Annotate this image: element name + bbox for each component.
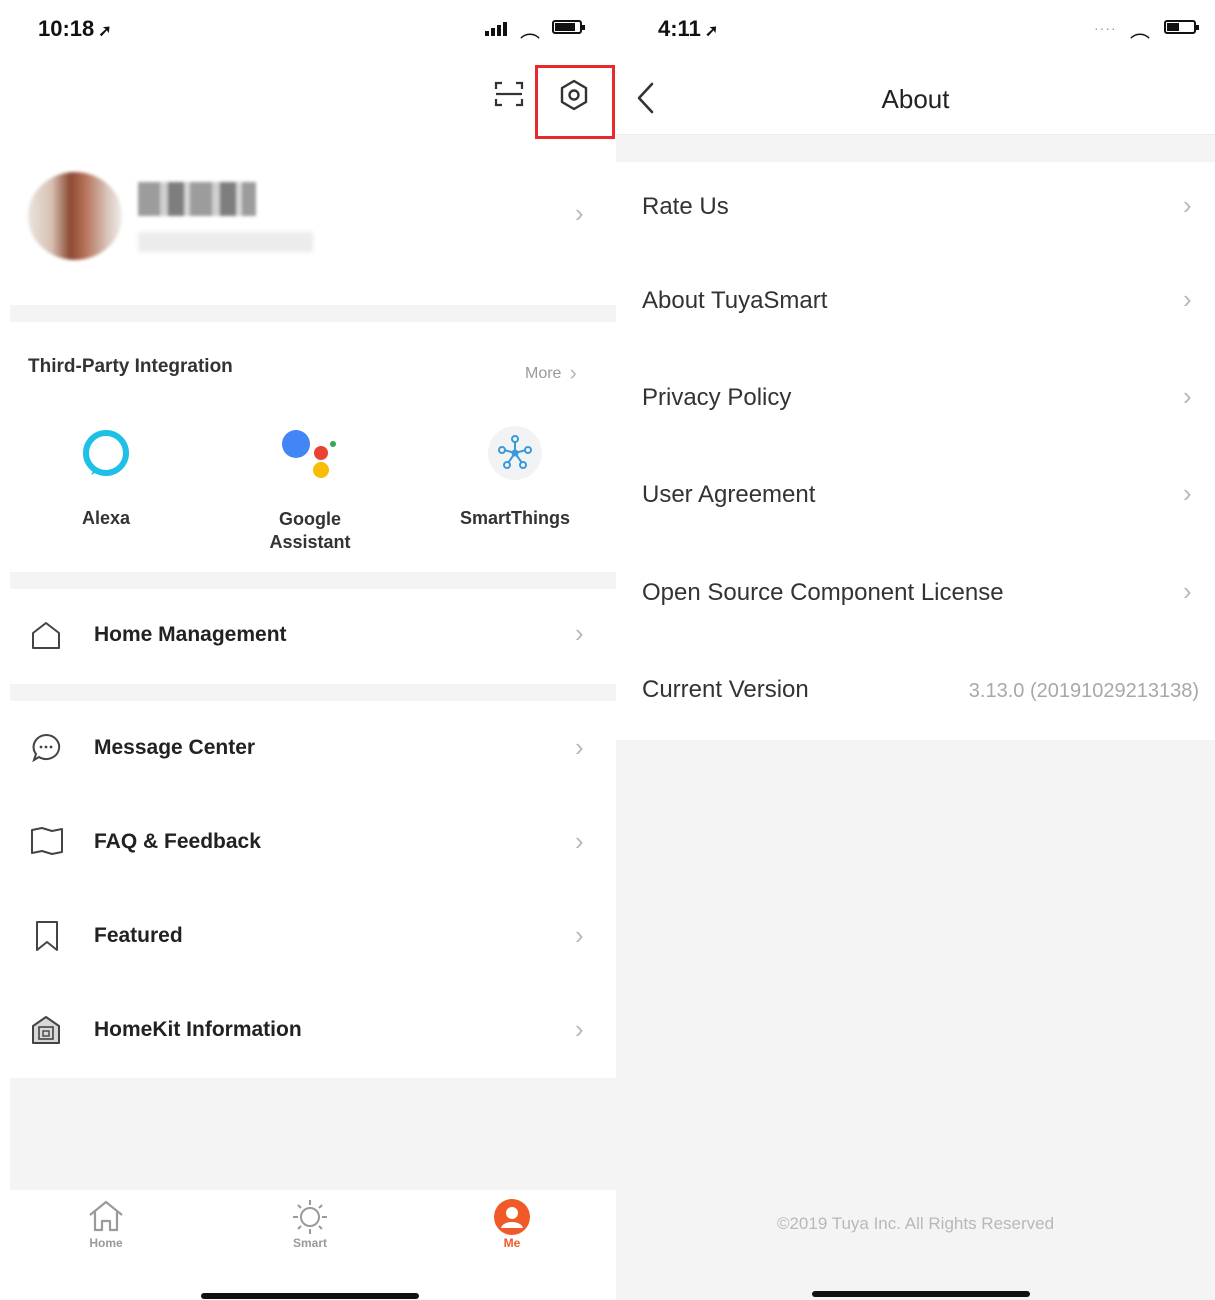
menu-label: Home Management (94, 623, 287, 646)
menu-label: Featured (94, 924, 183, 947)
status-time: 10:18 ➚ (38, 16, 112, 41)
list-item-label: About TuyaSmart (642, 287, 828, 314)
list-item-about-tuyasmart[interactable]: About TuyaSmart › (616, 256, 1215, 352)
chevron-right-icon: › (1183, 284, 1192, 314)
profile-subtitle-blurred (138, 232, 313, 252)
chevron-right-icon: › (1183, 576, 1192, 606)
smartthings-label: SmartThings (459, 508, 570, 528)
menu-label: Message Center (94, 736, 256, 759)
chevron-right-icon: › (1183, 381, 1192, 411)
profile-name-blurred (138, 182, 256, 216)
book-icon (30, 826, 64, 861)
bookmark-icon (34, 920, 60, 957)
profile-row[interactable]: › (10, 160, 616, 280)
sun-icon (260, 1198, 360, 1236)
person-icon (462, 1198, 562, 1236)
tab-label: Me (503, 1236, 521, 1250)
tab-label: Smart (292, 1236, 327, 1250)
chevron-right-icon: › (575, 198, 584, 228)
integration-alexa[interactable]: Alexa (46, 420, 166, 540)
chevron-right-icon: › (575, 826, 584, 856)
signal-dots-icon: ···· (1094, 20, 1117, 36)
chevron-right-icon: › (575, 1014, 584, 1044)
chevron-right-icon: › (575, 618, 584, 648)
list-item-label: Current Version (642, 676, 809, 703)
home-indicator (201, 1293, 419, 1299)
tab-smart[interactable]: Smart (260, 1198, 360, 1262)
tab-me[interactable]: Me (462, 1198, 562, 1262)
status-time: 4:11 ➚ (658, 16, 719, 41)
list-item-label: User Agreement (642, 481, 816, 508)
alexa-label: Alexa (81, 508, 131, 528)
chevron-right-icon: › (575, 732, 584, 762)
chevron-right-icon: › (1183, 190, 1192, 220)
settings-icon[interactable] (558, 79, 590, 111)
google-assistant-label: Google Assistant (269, 509, 351, 552)
house-icon (30, 620, 62, 655)
battery-icon (552, 20, 585, 34)
copyright-footer: ©2019 Tuya Inc. All Rights Reserved (776, 1214, 1055, 1233)
home-tab-icon (56, 1198, 156, 1236)
version-value: 3.13.0 (20191029213138) (968, 680, 1199, 702)
empty-area (10, 1078, 616, 1190)
section-divider (10, 684, 616, 701)
menu-item-faq-feedback[interactable]: FAQ & Feedback › (10, 796, 616, 888)
section-divider (10, 305, 616, 322)
wifi-icon: ︵ (1130, 20, 1150, 42)
menu-label: FAQ & Feedback (94, 830, 261, 853)
homekit-icon (30, 1014, 62, 1051)
list-item-rate-us[interactable]: Rate Us › (616, 162, 1215, 258)
page-title: About (881, 84, 950, 114)
more-link[interactable]: More › (525, 358, 577, 385)
list-item-user-agreement[interactable]: User Agreement › (616, 449, 1215, 545)
menu-item-homekit-information[interactable]: HomeKit Information › (10, 984, 616, 1076)
battery-icon (1164, 20, 1199, 34)
alexa-icon (81, 428, 131, 478)
list-item-open-source-license[interactable]: Open Source Component License › (616, 547, 1215, 643)
home-indicator (812, 1291, 1030, 1297)
menu-item-featured[interactable]: Featured › (10, 890, 616, 982)
signal-icon (485, 22, 511, 36)
scan-icon[interactable] (494, 80, 524, 108)
tab-label: Home (89, 1236, 123, 1250)
about-list: Rate Us › About TuyaSmart › Privacy Poli… (616, 162, 1215, 740)
google-assistant-icon (280, 428, 340, 482)
section-divider (10, 572, 616, 589)
menu-item-home-management[interactable]: Home Management › (10, 590, 616, 682)
list-item-current-version: Current Version 3.13.0 (20191029213138) (616, 644, 1215, 740)
menu-item-message-center[interactable]: Message Center › (10, 702, 616, 794)
integration-smartthings[interactable]: SmartThings (440, 420, 590, 540)
tab-home[interactable]: Home (56, 1198, 156, 1262)
smartthings-icon (488, 426, 542, 480)
list-item-label: Open Source Component License (642, 579, 1004, 606)
avatar (28, 172, 122, 260)
wifi-icon: ︵ (520, 20, 540, 42)
left-screen: 10:18 ➚ ︵ › Third-Party Integration More… (10, 0, 616, 1300)
list-item-label: Rate Us (642, 193, 729, 220)
integration-google-assistant[interactable]: Google Assistant (250, 420, 370, 555)
chevron-right-icon: › (575, 920, 584, 950)
list-item-privacy-policy[interactable]: Privacy Policy › (616, 352, 1215, 448)
list-item-label: Privacy Policy (642, 384, 792, 411)
right-screen: 4:11 ➚ ···· ︵ About Rate Us › About TuyaS… (616, 0, 1215, 1300)
menu-label: HomeKit Information (94, 1018, 302, 1041)
tab-bar: Home Smart Me (10, 1190, 616, 1300)
message-icon (30, 732, 62, 769)
integration-title: Third-Party Integration (28, 356, 233, 377)
chevron-right-icon: › (1183, 478, 1192, 508)
